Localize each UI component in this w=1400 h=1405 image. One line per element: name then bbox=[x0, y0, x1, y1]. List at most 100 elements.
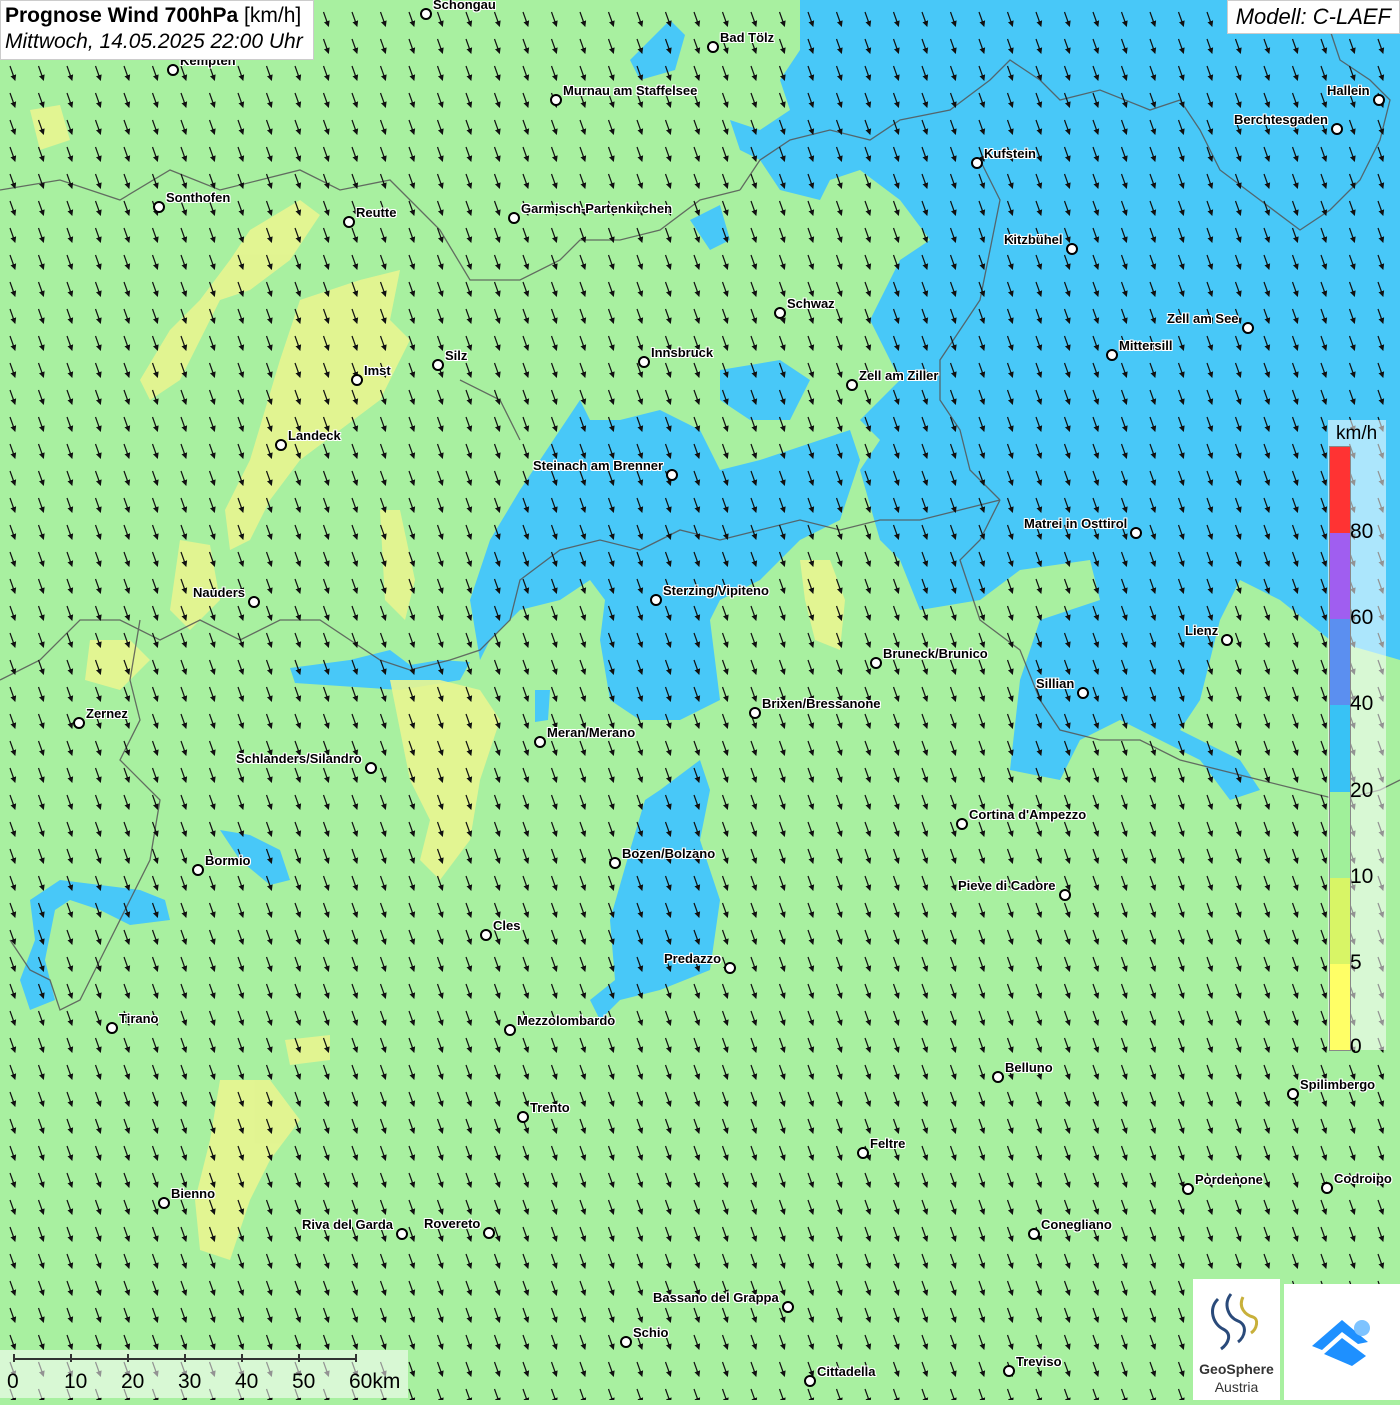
city-marker-icon bbox=[749, 707, 761, 719]
legend-colorbar bbox=[1329, 446, 1351, 1051]
city-marker-icon bbox=[1066, 243, 1078, 255]
city-label: Bozen/Bolzano bbox=[622, 846, 716, 861]
legend-label: 5 bbox=[1350, 950, 1362, 974]
city-marker-icon bbox=[248, 596, 260, 608]
legend-swatch bbox=[1330, 791, 1350, 878]
city-label: Mittersill bbox=[1119, 338, 1173, 353]
city-label: Murnau am Staffelsee bbox=[563, 83, 698, 98]
city-label: Kufstein bbox=[984, 146, 1036, 161]
city-label: Tirano bbox=[119, 1011, 159, 1026]
city-marker-icon bbox=[846, 379, 858, 391]
city-marker-icon bbox=[1130, 527, 1142, 539]
city-marker-icon bbox=[1059, 889, 1071, 901]
city-marker-icon bbox=[804, 1375, 816, 1387]
city-marker-icon bbox=[1331, 123, 1343, 135]
city-marker-icon bbox=[192, 864, 204, 876]
legend-swatch bbox=[1330, 619, 1350, 706]
scale-tick bbox=[355, 1354, 357, 1362]
city-label: Bormio bbox=[205, 853, 251, 868]
city-marker-icon bbox=[666, 469, 678, 481]
city-label: Treviso bbox=[1016, 1354, 1062, 1369]
city-label: Kitzbühel bbox=[1004, 232, 1063, 247]
city-label: Belluno bbox=[1005, 1060, 1053, 1075]
legend-label: 80 bbox=[1350, 520, 1374, 544]
city-label: Feltre bbox=[870, 1136, 906, 1151]
legend-label: 10 bbox=[1350, 864, 1374, 888]
city-label: Silz bbox=[445, 348, 468, 363]
title-main: Prognose Wind 700hPa bbox=[5, 4, 239, 27]
scale-label: 50 bbox=[292, 1370, 316, 1393]
city-marker-icon bbox=[638, 356, 650, 368]
city-marker-icon bbox=[351, 374, 363, 386]
city-marker-icon bbox=[992, 1071, 1004, 1083]
city-label: Brixen/Bressanone bbox=[762, 696, 881, 711]
city-marker-icon bbox=[432, 359, 444, 371]
color-legend: km/h 80 60 40 20 10 5 0 bbox=[1328, 420, 1386, 1058]
forecast-datetime: Mittwoch, 14.05.2025 22:00 Uhr bbox=[5, 30, 303, 53]
city-label: Zell am Ziller bbox=[859, 368, 939, 383]
geosphere-icon bbox=[1211, 1293, 1259, 1351]
city-label: Hallein bbox=[1327, 83, 1370, 98]
city-label: Nauders bbox=[193, 585, 246, 600]
city-marker-icon bbox=[73, 717, 85, 729]
city-label: Matrei in Osttirol bbox=[1024, 516, 1128, 531]
city-label: Mezzolombardo bbox=[517, 1013, 616, 1028]
city-label: Spilimbergo bbox=[1300, 1077, 1376, 1092]
city-label: Bad Tölz bbox=[720, 30, 775, 45]
scale-label: 30 bbox=[178, 1370, 202, 1393]
city-label: Rovereto bbox=[424, 1216, 481, 1231]
city-label: Imst bbox=[364, 363, 391, 378]
city-label: Riva del Garda bbox=[302, 1217, 394, 1232]
scale-tick bbox=[298, 1354, 300, 1362]
city-label: Steinach am Brenner bbox=[533, 458, 664, 473]
city-label: Cortina d'Ampezzo bbox=[969, 807, 1087, 822]
legend-label: 60 bbox=[1350, 606, 1374, 630]
legend-unit: km/h bbox=[1336, 423, 1378, 444]
city-marker-icon bbox=[1028, 1228, 1040, 1240]
legend-label: 20 bbox=[1350, 778, 1374, 802]
city-marker-icon bbox=[106, 1022, 118, 1034]
city-marker-icon bbox=[483, 1227, 495, 1239]
city-label: Sonthofen bbox=[166, 190, 231, 205]
city-label: Berchtesgaden bbox=[1234, 112, 1328, 127]
scale-tick bbox=[184, 1354, 186, 1362]
scale-label: 0 bbox=[7, 1370, 19, 1393]
city-label: Schwaz bbox=[787, 296, 835, 311]
scale-label: 60km bbox=[349, 1370, 401, 1393]
geosphere-logo: GeoSphere Austria bbox=[1193, 1279, 1280, 1400]
scale-tick bbox=[70, 1354, 72, 1362]
city-label: Zell am See bbox=[1167, 311, 1239, 326]
city-label: Bienno bbox=[171, 1186, 216, 1201]
legend-swatch bbox=[1330, 963, 1350, 1050]
city-marker-icon bbox=[504, 1024, 516, 1036]
city-marker-icon bbox=[396, 1228, 408, 1240]
map-title: Prognose Wind 700hPa [km/h] bbox=[5, 3, 303, 29]
city-marker-icon bbox=[1106, 349, 1118, 361]
model-label: Modell: C-LAEF bbox=[1226, 0, 1400, 34]
city-label: Schongau bbox=[433, 0, 496, 12]
city-marker-icon bbox=[365, 762, 377, 774]
scale-label: 40 bbox=[235, 1370, 259, 1393]
legend-label: 0 bbox=[1350, 1035, 1362, 1058]
city-marker-icon bbox=[1321, 1182, 1333, 1194]
map-title-box: Prognose Wind 700hPa [km/h] Mittwoch, 14… bbox=[0, 0, 314, 60]
city-marker-icon bbox=[1221, 634, 1233, 646]
city-label: Schio bbox=[633, 1325, 669, 1340]
city-marker-icon bbox=[1242, 322, 1254, 334]
scale-label: 10 bbox=[64, 1370, 88, 1393]
city-label: Landeck bbox=[288, 428, 341, 443]
city-marker-icon bbox=[1287, 1088, 1299, 1100]
scale-tick bbox=[241, 1354, 243, 1362]
city-marker-icon bbox=[534, 736, 546, 748]
city-marker-icon bbox=[343, 216, 355, 228]
app-logo bbox=[1284, 1284, 1400, 1400]
legend-swatch bbox=[1330, 877, 1350, 964]
city-marker-icon bbox=[420, 8, 432, 20]
city-label: Predazzo bbox=[664, 951, 722, 966]
city-label: Lienz bbox=[1185, 623, 1219, 638]
city-marker-icon bbox=[550, 94, 562, 106]
city-label: Zernez bbox=[86, 706, 128, 721]
city-marker-icon bbox=[1003, 1365, 1015, 1377]
city-label: Conegliano bbox=[1041, 1217, 1112, 1232]
city-label: Codroipo bbox=[1334, 1171, 1392, 1186]
